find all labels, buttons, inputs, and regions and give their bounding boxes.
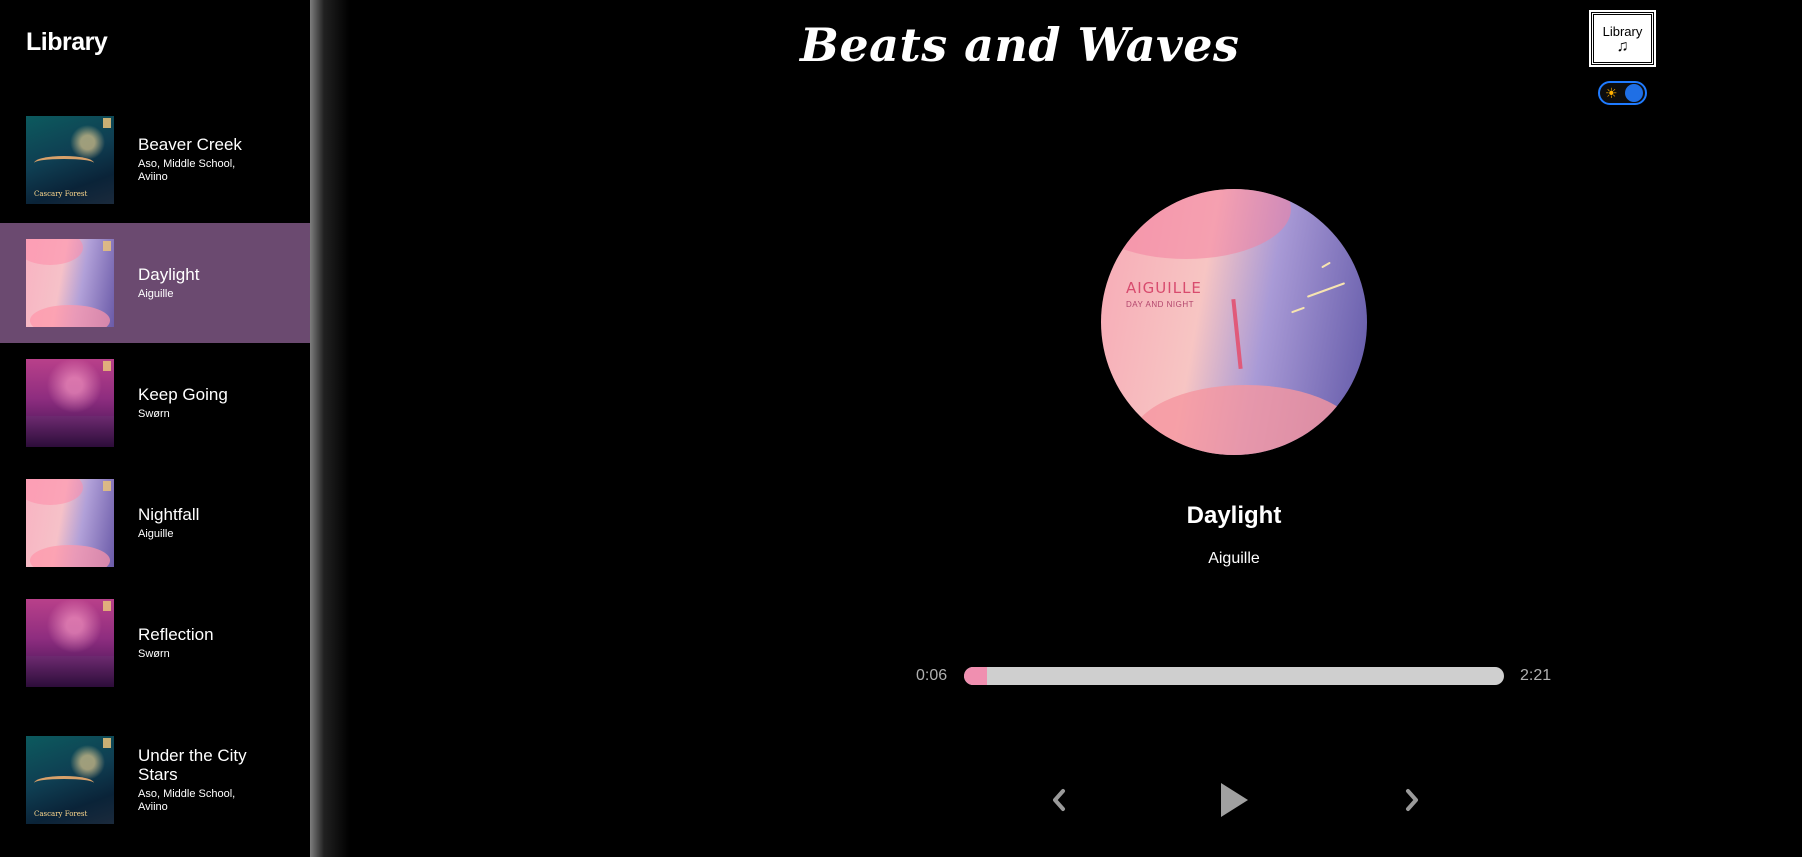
track-title: Daylight — [1186, 502, 1282, 529]
sidebar-title: Library — [26, 28, 108, 56]
library-sidebar: Library Cascary Forest Beaver Creek Aso,… — [0, 0, 310, 857]
track-artist: Aiguille — [1208, 550, 1260, 567]
library-song-item[interactable]: Keep Going Swørn — [0, 358, 310, 448]
previous-track-button[interactable] — [1047, 782, 1071, 818]
progress-fill — [964, 667, 988, 685]
now-playing-album-art: AIGUILLE DAY AND NIGHT — [1101, 189, 1367, 455]
album-cover — [26, 359, 114, 447]
song-name: Under the City Stars — [138, 746, 247, 784]
album-cover: Cascary Forest — [26, 736, 114, 824]
library-song-item-active[interactable]: Daylight Aiguille — [0, 223, 310, 343]
library-toggle-button[interactable]: Library ♫ — [1589, 10, 1656, 67]
song-name: Daylight — [138, 265, 200, 284]
album-cover — [26, 239, 114, 327]
song-artist: Aiguille — [138, 528, 174, 540]
album-cover: Cascary Forest — [26, 115, 114, 204]
play-button[interactable] — [1214, 780, 1254, 820]
progress-slider[interactable] — [964, 667, 1504, 685]
song-artist: Aiguille — [138, 288, 174, 300]
song-name: Keep Going — [138, 385, 228, 404]
theme-toggle[interactable]: ☀ — [1598, 81, 1647, 105]
current-time: 0:06 — [916, 667, 948, 684]
sun-icon: ☀ — [1605, 85, 1618, 101]
song-artist: Aso, Middle School, Aviino — [138, 788, 236, 813]
song-artist: Swørn — [138, 648, 170, 660]
song-artist: Swørn — [138, 408, 170, 420]
library-song-item[interactable]: Reflection Swørn — [0, 598, 310, 688]
library-song-item[interactable]: Cascary Forest Beaver Creek Aso, Middle … — [0, 107, 310, 212]
song-name: Beaver Creek — [138, 135, 242, 154]
library-song-item[interactable]: Cascary Forest Under the City Stars Aso,… — [0, 735, 310, 825]
song-artist: Aso, Middle School, Aviino — [138, 158, 236, 183]
play-icon — [1221, 783, 1248, 817]
toggle-knob — [1625, 84, 1643, 102]
chevron-right-icon — [1406, 789, 1418, 811]
sidebar-shadow — [310, 0, 350, 857]
library-song-item[interactable]: Nightfall Aiguille — [0, 478, 310, 568]
app-title: Beats and Waves — [800, 18, 1240, 72]
song-name: Nightfall — [138, 505, 200, 524]
song-name: Reflection — [138, 625, 214, 644]
next-track-button[interactable] — [1400, 782, 1424, 818]
album-cover — [26, 479, 114, 567]
album-art-subtitle: DAY AND NIGHT — [1126, 300, 1194, 309]
album-art-title: AIGUILLE — [1126, 279, 1202, 297]
library-button-label: Library — [1602, 23, 1643, 39]
total-time: 2:21 — [1520, 667, 1552, 684]
chevron-left-icon — [1053, 789, 1065, 811]
music-note-icon: ♫ — [1616, 37, 1629, 55]
album-cover — [26, 599, 114, 687]
